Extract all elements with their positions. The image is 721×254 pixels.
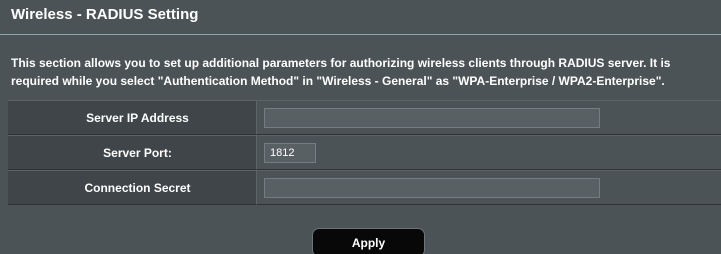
title-bar: Wireless - RADIUS Setting	[0, 0, 721, 34]
apply-button[interactable]: Apply	[312, 228, 425, 254]
radius-setting-panel: Wireless - RADIUS Setting This section a…	[0, 0, 721, 254]
connection-secret-input[interactable]	[264, 177, 600, 198]
server-ip-address-label: Server IP Address	[8, 100, 257, 135]
radius-settings-body: Server IP Address Server Port: Connectio…	[8, 100, 721, 205]
server-port-row: Server Port:	[8, 135, 721, 170]
server-port-input[interactable]	[264, 142, 316, 163]
page-title: Wireless - RADIUS Setting	[11, 6, 199, 23]
title-divider	[0, 34, 721, 35]
server-port-cell	[257, 135, 721, 170]
server-ip-address-input[interactable]	[264, 107, 600, 128]
connection-secret-cell	[257, 170, 721, 205]
connection-secret-label: Connection Secret	[8, 170, 257, 205]
connection-secret-row: Connection Secret	[8, 170, 721, 205]
server-ip-address-row: Server IP Address	[8, 100, 721, 135]
server-ip-address-cell	[257, 100, 721, 135]
section-description: This section allows you to set up additi…	[11, 56, 671, 88]
radius-settings-table: Server IP Address Server Port: Connectio…	[8, 100, 721, 205]
apply-area: Apply	[8, 224, 721, 254]
server-port-label: Server Port:	[8, 135, 257, 170]
